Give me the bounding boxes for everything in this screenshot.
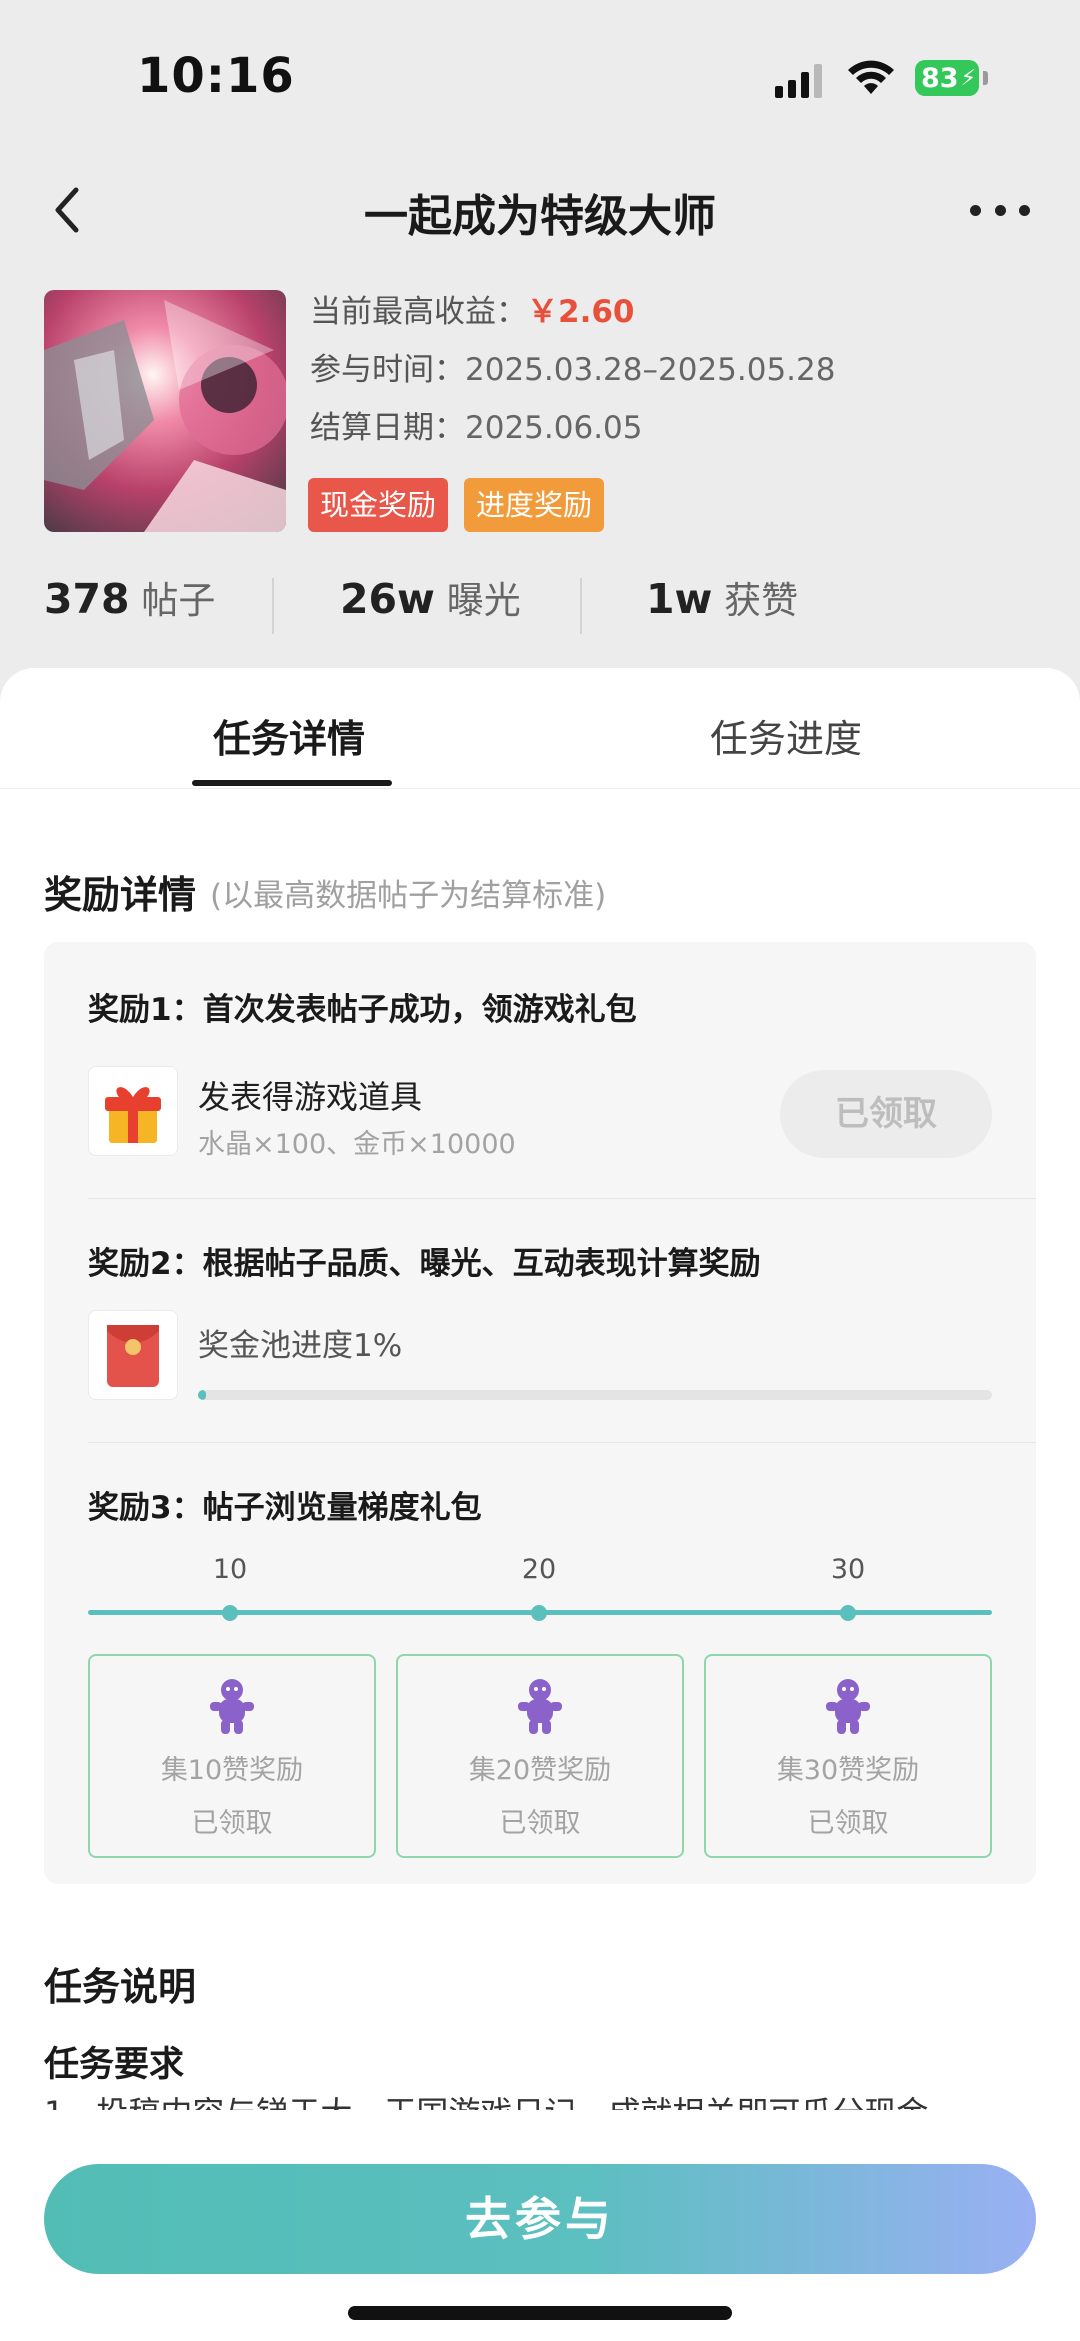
settle-label: 结算日期： xyxy=(310,410,465,446)
stat-divider xyxy=(580,578,582,634)
task-cover-image xyxy=(44,290,286,532)
stat-exposure-label: 曝光 xyxy=(446,579,521,622)
milestone-dot xyxy=(222,1605,238,1621)
milestone-gift-card[interactable]: 集30赞奖励 已领取 xyxy=(704,1654,992,1858)
active-tab-indicator xyxy=(192,780,392,786)
cellular-signal-icon xyxy=(775,62,823,98)
cookie-figure-icon xyxy=(826,1679,870,1734)
reward-panel: 奖励1：首次发表帖子成功，领游戏礼包 发表得游戏道具 水晶×100、金币×100… xyxy=(44,942,1036,1884)
reward-tags: 现金奖励 进度奖励 xyxy=(308,478,605,532)
pool-progress-fill xyxy=(198,1390,206,1400)
milestone-name: 集10赞奖励 xyxy=(160,1755,304,1786)
stat-posts: 378 帖子 xyxy=(44,570,215,624)
reward2-label: 奖励2：根据帖子品质、曝光、互动表现计算奖励 xyxy=(88,1246,761,1282)
settle-row: 结算日期：2025.06.05 xyxy=(310,406,836,464)
battery-tip xyxy=(983,71,988,85)
reward1-desc: 水晶×100、金币×10000 xyxy=(198,1129,516,1160)
milestone-state: 已领取 xyxy=(191,1808,273,1839)
period-label: 参与时间： xyxy=(310,352,465,388)
reward1-label: 奖励1：首次发表帖子成功，领游戏礼包 xyxy=(88,992,637,1028)
status-time: 10:16 xyxy=(137,48,295,104)
tab-divider xyxy=(0,788,1080,789)
wifi-icon xyxy=(848,60,894,94)
period-value: 2025.03.28–2025.05.28 xyxy=(465,352,836,388)
cookie-figure-icon xyxy=(210,1679,254,1734)
tag-progress-reward: 进度奖励 xyxy=(464,478,605,532)
milestone-value: 10 xyxy=(212,1554,248,1585)
pool-progress-bar xyxy=(198,1390,992,1400)
join-button[interactable]: 去参与 xyxy=(44,2164,1036,2274)
task-requirement-line: 1、投稿内容与锑于大、王国游戏日记、成就相关即可瓜分现金 xyxy=(44,2088,928,2110)
reward-section-subtitle: (以最高数据帖子为结算标准) xyxy=(210,878,607,914)
cookie-figure-icon xyxy=(518,1679,562,1734)
task-info: 当前最高收益：￥2.60 参与时间：2025.03.28–2025.05.28 … xyxy=(310,290,836,464)
max-income-row: 当前最高收益：￥2.60 xyxy=(310,290,836,348)
stat-exposure-value: 26w xyxy=(340,575,435,623)
status-bar: 10:16 83 ⚡ xyxy=(0,0,1080,160)
settle-value: 2025.06.05 xyxy=(465,410,643,446)
page-title: 一起成为特级大师 xyxy=(364,191,716,242)
nav-bar: 一起成为特级大师 xyxy=(0,160,1080,260)
period-row: 参与时间：2025.03.28–2025.05.28 xyxy=(310,348,836,406)
milestone-name: 集30赞奖励 xyxy=(776,1755,920,1786)
max-income-label: 当前最高收益： xyxy=(310,294,527,330)
stat-divider xyxy=(272,578,274,634)
milestone-value: 30 xyxy=(830,1554,866,1585)
tab-task-progress[interactable]: 任务进度 xyxy=(710,708,862,763)
home-indicator xyxy=(348,2306,732,2320)
task-requirement-title: 任务要求 xyxy=(44,2045,185,2085)
tab-task-details[interactable]: 任务详情 xyxy=(213,708,365,763)
reward-section-title: 奖励详情 xyxy=(44,873,197,917)
reward3-label: 奖励3：帖子浏览量梯度礼包 xyxy=(88,1490,482,1526)
milestone-state: 已领取 xyxy=(807,1808,889,1839)
battery-level: 83 xyxy=(921,62,959,94)
milestone-gift-card[interactable]: 集10赞奖励 已领取 xyxy=(88,1654,376,1858)
reward-divider xyxy=(88,1442,1036,1443)
stat-likes: 1w 获赞 xyxy=(646,570,798,624)
milestone-gift-card[interactable]: 集20赞奖励 已领取 xyxy=(396,1654,684,1858)
milestone-dot xyxy=(531,1605,547,1621)
max-income-value: ￥2.60 xyxy=(527,294,635,330)
reward1-name: 发表得游戏道具 xyxy=(198,1078,423,1116)
pool-progress-text: 奖金池进度1% xyxy=(198,1328,403,1364)
gift-box-icon xyxy=(88,1066,178,1156)
task-detail-sheet: 任务详情 任务进度 奖励详情 (以最高数据帖子为结算标准) 奖励1：首次发表帖子… xyxy=(0,668,1080,2341)
stat-likes-label: 获赞 xyxy=(724,579,799,622)
battery-icon: 83 ⚡ xyxy=(915,60,979,96)
more-options-icon[interactable] xyxy=(970,198,1030,222)
task-stats: 378 帖子 26w 曝光 1w 获赞 xyxy=(0,570,1080,640)
tag-cash-reward: 现金奖励 xyxy=(308,478,449,532)
milestone-name: 集20赞奖励 xyxy=(468,1755,612,1786)
stat-posts-label: 帖子 xyxy=(141,579,216,622)
milestone-dot xyxy=(840,1605,856,1621)
task-description-title: 任务说明 xyxy=(44,1965,197,2009)
reward1-claimed-button[interactable]: 已领取 xyxy=(780,1070,992,1158)
reward-divider xyxy=(88,1198,1036,1199)
milestone-value: 20 xyxy=(521,1554,557,1585)
milestone-state: 已领取 xyxy=(499,1808,581,1839)
stat-posts-value: 378 xyxy=(44,575,130,623)
red-envelope-icon xyxy=(88,1310,178,1400)
stat-exposure: 26w 曝光 xyxy=(340,570,521,624)
stat-likes-value: 1w xyxy=(646,575,713,623)
